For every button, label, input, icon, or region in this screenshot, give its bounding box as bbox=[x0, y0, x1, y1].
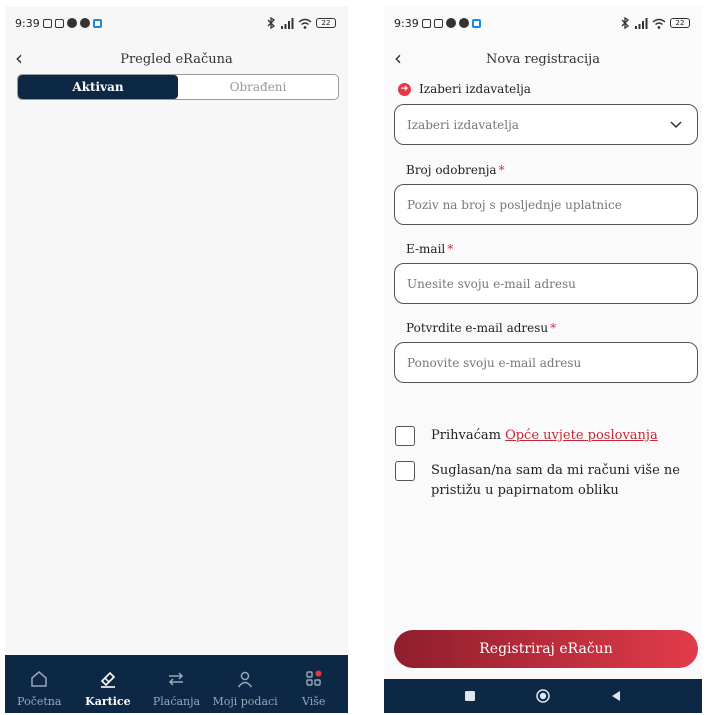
app-icon bbox=[471, 18, 481, 28]
transfer-icon bbox=[169, 672, 184, 686]
email-input[interactable]: Unesite svoju e-mail adresu bbox=[394, 263, 698, 304]
signal-icon bbox=[281, 17, 294, 29]
alarm-icon bbox=[421, 18, 431, 28]
tab-obradeni[interactable]: Obrađeni bbox=[178, 75, 338, 99]
email-field-group: E-mail * Unesite svoju e-mail adresu bbox=[394, 242, 698, 304]
app-icon bbox=[458, 18, 469, 28]
grid-icon bbox=[305, 670, 322, 686]
status-bar: 9:39 22 bbox=[15, 14, 336, 32]
recent-apps-icon[interactable] bbox=[463, 689, 477, 703]
bluetooth-icon bbox=[621, 17, 630, 29]
paperless-checkbox[interactable] bbox=[395, 461, 415, 481]
tab-label: Više bbox=[301, 695, 326, 708]
home-icon bbox=[31, 671, 48, 687]
field-label: Broj odobrenja * bbox=[406, 163, 505, 177]
tab-label: Plaćanja bbox=[152, 695, 201, 708]
terms-checkbox-row: Prihvaćam Opće uvjete poslovanja bbox=[395, 426, 691, 446]
tab-vise[interactable]: Više bbox=[279, 655, 348, 713]
battery-icon: 22 bbox=[316, 18, 336, 28]
status-time: 9:39 bbox=[394, 16, 419, 30]
battery-icon: 22 bbox=[670, 18, 690, 28]
terms-text: Prihvaćam Opće uvjete poslovanja bbox=[431, 428, 658, 443]
home-circle-icon[interactable] bbox=[536, 689, 550, 703]
confirm-email-field-group: Potvrdite e-mail adresu * Ponovite svoju … bbox=[394, 321, 698, 383]
tab-moji-podaci[interactable]: Moji podaci bbox=[211, 655, 280, 713]
confirm-email-input[interactable]: Ponovite svoju e-mail adresu bbox=[394, 342, 698, 383]
issuer-section-header: ➜ Izaberi izdavatelja bbox=[398, 82, 698, 96]
notification-icon bbox=[433, 18, 443, 28]
back-arrow-icon[interactable]: ‹ bbox=[394, 46, 402, 70]
wifi-icon bbox=[298, 18, 312, 29]
paperless-text: Suglasan/na sam da mi računi više ne pri… bbox=[431, 463, 680, 498]
registration-form: ➜ Izaberi izdavatelja Izaberi izdavatelj… bbox=[394, 82, 698, 400]
issuer-select-placeholder: Izaberi izdavatelja bbox=[407, 117, 519, 132]
issuer-label: Izaberi izdavatelja bbox=[419, 82, 531, 96]
chevron-down-icon bbox=[670, 121, 682, 129]
status-time: 9:39 bbox=[15, 16, 40, 30]
notification-icon bbox=[54, 18, 64, 28]
issuer-select[interactable]: Izaberi izdavatelja bbox=[394, 104, 698, 145]
register-eracun-button[interactable]: Registriraj eRačun bbox=[394, 630, 698, 668]
app-icon bbox=[445, 18, 456, 28]
required-marker: * bbox=[447, 242, 454, 256]
tab-label: Kartice bbox=[85, 695, 131, 708]
field-label: E-mail * bbox=[406, 242, 454, 256]
tab-aktivan[interactable]: Aktivan bbox=[18, 75, 178, 99]
bottom-tab-bar: Početna Kartice Plaćanja Moji podaci Viš… bbox=[5, 655, 348, 713]
tab-pocetna[interactable]: Početna bbox=[5, 655, 74, 713]
input-placeholder: Poziv na broj s posljednje uplatnice bbox=[407, 197, 622, 212]
system-navigation-bar bbox=[384, 679, 702, 713]
approval-number-field-group: Broj odobrenja * Poziv na broj s posljedn… bbox=[394, 163, 698, 225]
input-placeholder: Unesite svoju e-mail adresu bbox=[407, 276, 576, 291]
card-icon bbox=[100, 671, 116, 688]
approval-number-input[interactable]: Poziv na broj s posljednje uplatnice bbox=[394, 184, 698, 225]
tab-label: Moji podaci bbox=[212, 695, 278, 708]
terms-checkbox[interactable] bbox=[395, 426, 415, 446]
tab-kartice[interactable]: Kartice bbox=[74, 655, 143, 713]
app-icon bbox=[79, 18, 90, 28]
page-title: Pregled eRačuna bbox=[120, 51, 233, 67]
app-icon bbox=[66, 18, 77, 28]
eracun-overview-screen: 9:39 22 ‹ Pregled eRačuna Aktivan Obrađe… bbox=[5, 6, 348, 713]
field-label: Potvrdite e-mail adresu * bbox=[406, 321, 557, 335]
signal-icon bbox=[635, 17, 648, 29]
paperless-checkbox-row: Suglasan/na sam da mi računi više ne pri… bbox=[395, 461, 691, 501]
alarm-icon bbox=[42, 18, 52, 28]
required-marker: * bbox=[498, 163, 505, 177]
tab-label: Početna bbox=[17, 695, 62, 708]
app-icon bbox=[92, 18, 102, 28]
status-bar: 9:39 22 bbox=[394, 14, 690, 32]
new-registration-screen: 9:39 22 ‹ Nova registracija ➜ Izaberi iz… bbox=[384, 6, 702, 713]
required-marker: * bbox=[550, 321, 557, 335]
tab-placanja[interactable]: Plaćanja bbox=[142, 655, 211, 713]
arrow-right-icon: ➜ bbox=[398, 82, 411, 96]
back-arrow-icon[interactable]: ‹ bbox=[15, 46, 23, 70]
top-navigation: ‹ Nova registracija bbox=[384, 46, 702, 72]
top-navigation: ‹ Pregled eRačuna bbox=[5, 46, 348, 72]
input-placeholder: Ponovite svoju e-mail adresu bbox=[407, 355, 582, 370]
bluetooth-icon bbox=[267, 17, 276, 29]
wifi-icon bbox=[652, 18, 666, 29]
terms-link[interactable]: Opće uvjete poslovanja bbox=[505, 428, 658, 443]
status-segmented-control: Aktivan Obrađeni bbox=[17, 74, 339, 100]
back-triangle-icon[interactable] bbox=[609, 689, 623, 703]
page-title: Nova registracija bbox=[486, 51, 600, 67]
user-icon bbox=[237, 671, 253, 688]
